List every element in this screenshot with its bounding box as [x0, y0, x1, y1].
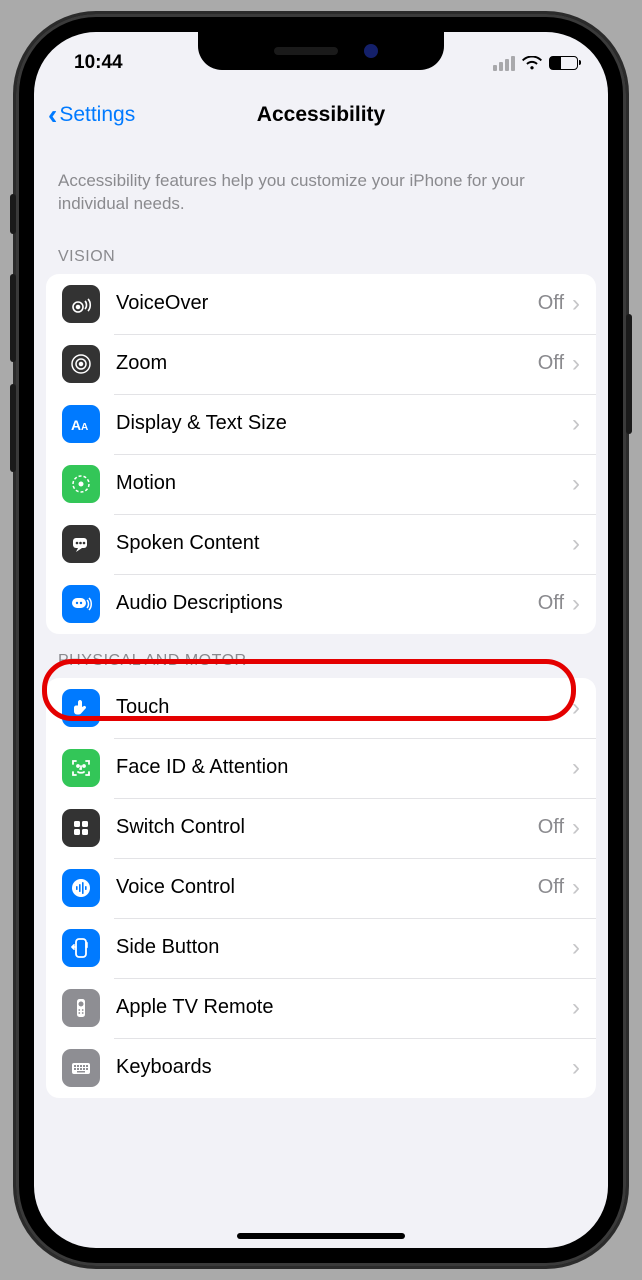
page-description: Accessibility features help you customiz… — [34, 144, 608, 230]
row-touch[interactable]: Touch › — [46, 678, 596, 738]
chevron-right-icon: › — [572, 814, 580, 842]
mute-switch — [10, 194, 16, 234]
text-size-icon: AA — [62, 405, 100, 443]
row-label: Apple TV Remote — [116, 996, 572, 1019]
apple-tv-remote-icon — [62, 989, 100, 1027]
chevron-right-icon: › — [572, 470, 580, 498]
wifi-icon — [522, 56, 542, 71]
chevron-left-icon: ‹ — [48, 101, 57, 129]
volume-down-button — [10, 384, 16, 472]
row-spoken-content[interactable]: Spoken Content › — [46, 514, 596, 574]
keyboard-icon — [62, 1049, 100, 1087]
status-time: 10:44 — [74, 52, 123, 74]
spoken-content-icon — [62, 525, 100, 563]
volume-up-button — [10, 274, 16, 362]
motion-icon — [62, 465, 100, 503]
row-label: Keyboards — [116, 1056, 572, 1079]
chevron-right-icon: › — [572, 694, 580, 722]
row-voice-control[interactable]: Voice Control Off › — [46, 858, 596, 918]
battery-icon — [549, 56, 578, 70]
chevron-right-icon: › — [572, 590, 580, 618]
row-status: Off — [538, 592, 564, 615]
chevron-right-icon: › — [572, 1054, 580, 1082]
group-vision: VoiceOver Off › Zoom Off › AA Dis — [46, 274, 596, 634]
row-label: Spoken Content — [116, 532, 572, 555]
row-status: Off — [538, 352, 564, 375]
row-zoom[interactable]: Zoom Off › — [46, 334, 596, 394]
voice-control-icon — [62, 869, 100, 907]
chevron-right-icon: › — [572, 290, 580, 318]
section-header-motor: PHYSICAL AND MOTOR — [34, 634, 608, 678]
row-faceid[interactable]: Face ID & Attention › — [46, 738, 596, 798]
row-label: Zoom — [116, 352, 538, 375]
cellular-icon — [493, 56, 515, 71]
row-status: Off — [538, 876, 564, 899]
chevron-right-icon: › — [572, 934, 580, 962]
chevron-right-icon: › — [572, 754, 580, 782]
chevron-right-icon: › — [572, 410, 580, 438]
notch — [198, 32, 444, 70]
chevron-right-icon: › — [572, 350, 580, 378]
row-audio-descriptions[interactable]: Audio Descriptions Off › — [46, 574, 596, 634]
side-button-icon — [62, 929, 100, 967]
row-label: Display & Text Size — [116, 412, 572, 435]
row-label: Voice Control — [116, 876, 538, 899]
row-apple-tv[interactable]: Apple TV Remote › — [46, 978, 596, 1038]
phone-frame: 10:44 ‹ Settings Accessibility Accessibi… — [16, 14, 626, 1266]
svg-text:A: A — [81, 422, 88, 433]
row-label: Side Button — [116, 936, 572, 959]
row-side-button[interactable]: Side Button › — [46, 918, 596, 978]
voiceover-icon — [62, 285, 100, 323]
row-motion[interactable]: Motion › — [46, 454, 596, 514]
row-label: Touch — [116, 696, 572, 719]
group-motor: Touch › Face ID & Attention › Switch Con… — [46, 678, 596, 1098]
content[interactable]: Accessibility features help you customiz… — [34, 144, 608, 1248]
chevron-right-icon: › — [572, 874, 580, 902]
chevron-right-icon: › — [572, 994, 580, 1022]
row-label: Motion — [116, 472, 572, 495]
svg-text:A: A — [71, 417, 81, 433]
chevron-right-icon: › — [572, 530, 580, 558]
row-status: Off — [538, 292, 564, 315]
row-keyboards[interactable]: Keyboards › — [46, 1038, 596, 1098]
row-voiceover[interactable]: VoiceOver Off › — [46, 274, 596, 334]
zoom-icon — [62, 345, 100, 383]
row-switch-control[interactable]: Switch Control Off › — [46, 798, 596, 858]
row-label: Switch Control — [116, 816, 538, 839]
faceid-icon — [62, 749, 100, 787]
home-indicator[interactable] — [237, 1233, 405, 1239]
switch-control-icon — [62, 809, 100, 847]
row-label: Face ID & Attention — [116, 756, 572, 779]
power-button — [626, 314, 632, 434]
back-label: Settings — [59, 103, 135, 127]
audio-descriptions-icon — [62, 585, 100, 623]
screen: 10:44 ‹ Settings Accessibility Accessibi… — [34, 32, 608, 1248]
row-display-text[interactable]: AA Display & Text Size › — [46, 394, 596, 454]
row-status: Off — [538, 816, 564, 839]
row-label: VoiceOver — [116, 292, 538, 315]
row-label: Audio Descriptions — [116, 592, 538, 615]
back-button[interactable]: ‹ Settings — [48, 101, 135, 129]
touch-icon — [62, 689, 100, 727]
navigation-bar: ‹ Settings Accessibility — [34, 86, 608, 144]
section-header-vision: VISION — [34, 230, 608, 274]
